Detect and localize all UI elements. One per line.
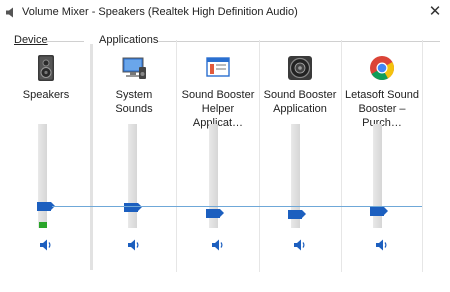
close-button[interactable]: ✕ [424, 2, 446, 22]
app-label[interactable]: Sound Booster Application [261, 88, 339, 116]
app-label-line2: Booster – Purch… [358, 103, 406, 129]
app-label-line2: Application [273, 103, 327, 115]
device-apps-separator [90, 44, 93, 270]
app-label-line1: Sound Booster [263, 89, 337, 101]
column-separator [422, 40, 423, 272]
app-mute-button[interactable] [292, 238, 308, 252]
app-volume-slider[interactable] [124, 203, 142, 212]
app-column: Letasoft Sound Booster – Purch… [343, 48, 421, 268]
system-sounds-icon[interactable] [120, 54, 148, 82]
app-column: System Sounds [96, 48, 172, 268]
app-mute-button[interactable] [210, 238, 226, 252]
app-label[interactable]: Letasoft Sound Booster – Purch… [343, 88, 421, 130]
app-label-line1: Sound Booster [181, 89, 255, 101]
app-volume-slider[interactable] [206, 209, 224, 218]
chrome-icon[interactable] [368, 54, 396, 82]
app-window-icon[interactable] [204, 54, 232, 82]
app-column: Sound Booster Application [261, 48, 339, 268]
title-bar: Volume Mixer - Speakers (Realtek High De… [0, 0, 450, 26]
app-column: Sound Booster Helper Applicat… [179, 48, 257, 268]
app-volume-track[interactable] [128, 124, 137, 228]
app-volume-slider[interactable] [288, 210, 306, 219]
device-level-guide [52, 206, 422, 207]
device-volume-slider[interactable] [37, 202, 55, 211]
device-volume-track[interactable] [38, 124, 47, 228]
applications-divider [158, 41, 440, 42]
window-title: Volume Mixer - Speakers (Realtek High De… [22, 6, 298, 18]
speaker-device-icon[interactable] [32, 54, 60, 82]
device-label[interactable]: Speakers [8, 88, 84, 102]
device-column: Speakers [8, 48, 84, 268]
column-separator [259, 40, 260, 272]
app-label-line1: Letasoft Sound [344, 89, 419, 101]
column-separator [176, 40, 177, 272]
speaker-title-icon [6, 7, 13, 18]
device-level-meter [39, 222, 47, 228]
app-volume-slider[interactable] [370, 207, 388, 216]
app-mute-button[interactable] [374, 238, 390, 252]
applications-section-label: Applications [99, 34, 159, 46]
device-divider [46, 41, 84, 42]
app-mute-button[interactable] [126, 238, 142, 252]
device-section-label: Device [14, 34, 48, 46]
app-label-line2: Helper Applicat… [192, 103, 244, 129]
column-separator [341, 40, 342, 272]
app-label[interactable]: System Sounds [96, 88, 172, 116]
speaker-circle-icon[interactable] [286, 54, 314, 82]
app-label[interactable]: Sound Booster Helper Applicat… [179, 88, 257, 130]
device-mute-button[interactable] [38, 238, 54, 252]
